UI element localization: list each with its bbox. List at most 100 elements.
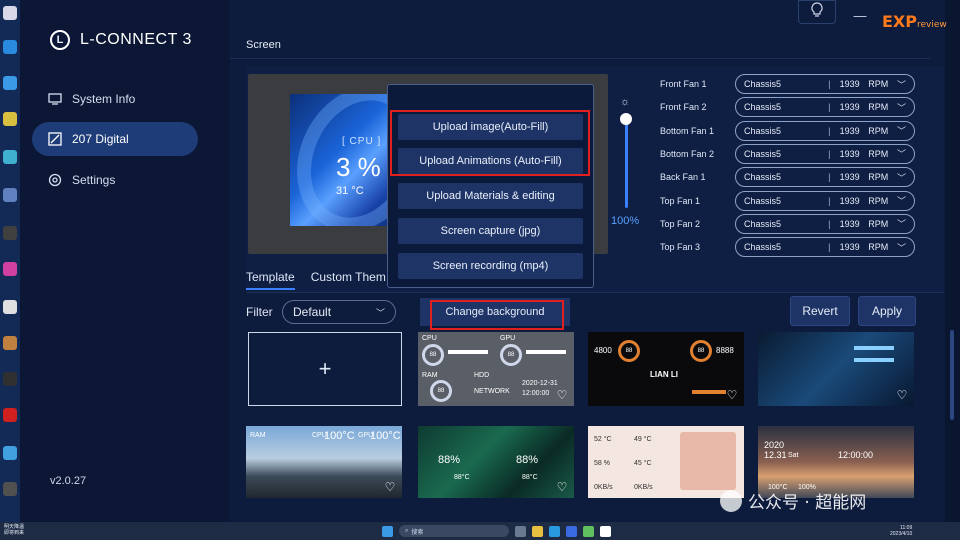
fan-rpm-unit: RPM [868, 125, 889, 136]
desktop-app-icon[interactable] [3, 76, 17, 90]
revert-button[interactable]: Revert [790, 296, 850, 326]
apply-button[interactable]: Apply [858, 296, 916, 326]
fan-row: Top Fan 3 Chassis5 | 1939 RPM ﹀ [660, 237, 915, 258]
search-icon: ⌕ [405, 527, 409, 534]
favorite-heart-icon[interactable]: ♡ [894, 388, 910, 402]
chevron-down-icon: ﹀ [896, 126, 906, 137]
template-tile[interactable]: ♡ [758, 332, 914, 406]
edge-icon[interactable] [549, 525, 560, 537]
fan-rpm-unit: RPM [868, 148, 889, 159]
lighting-toggle-button[interactable] [798, 0, 836, 24]
desktop-app-icon[interactable] [3, 300, 17, 314]
desktop-app-icon[interactable] [3, 150, 17, 164]
brightness-icon: ☼ [620, 96, 631, 108]
desktop-app-icon[interactable] [3, 372, 17, 386]
fan-rpm: 1939 [839, 195, 860, 206]
minimize-button[interactable]: — [850, 4, 870, 26]
fan-mode-dropdown[interactable]: Chassis5 | 1939 RPM ﹀ [735, 213, 915, 234]
sidebar-item-label: 207 Digital [72, 132, 129, 146]
monitor-icon [48, 92, 62, 106]
filter-value: Default [293, 305, 332, 319]
fan-mode-dropdown[interactable]: Chassis5 | 1939 RPM ﹀ [735, 120, 915, 141]
brightness-value: 100% [611, 215, 640, 227]
sidebar-item-system-info[interactable]: System Info [32, 82, 198, 116]
desktop-app-icon[interactable] [3, 112, 17, 126]
fan-rpm-unit: RPM [868, 79, 889, 89]
windows-start-icon[interactable] [382, 525, 393, 537]
desktop-app-icon[interactable] [3, 262, 17, 276]
desktop-app-icon[interactable] [3, 226, 17, 240]
fan-rpm-unit: RPM [868, 242, 889, 253]
desktop-app-icon[interactable] [3, 446, 17, 460]
fan-name: Back Fan 1 [660, 172, 706, 183]
app-logo: L L-CONNECT 3 [50, 30, 192, 50]
filter-dropdown[interactable]: Default ﹀ [282, 300, 396, 324]
fan-rpm: 1939 [839, 102, 860, 113]
chevron-down-icon: ﹀ [896, 79, 906, 90]
taskbar-clock[interactable]: 11:09 2023/4/10 [890, 525, 912, 537]
desktop-app-icon[interactable] [3, 336, 17, 350]
fan-rpm: 1939 [839, 148, 860, 159]
fan-mode-dropdown[interactable]: Chassis5 | 1939 RPM ﹀ [735, 167, 915, 188]
preview-cpu-value: 3 % [336, 152, 381, 182]
sidebar-item-settings[interactable]: Settings [32, 163, 198, 197]
template-tabs: Template Custom Them [246, 270, 386, 290]
template-tile[interactable]: CPU 88 GPU 88 RAM 88 HDD NETWORK 2020-12… [418, 332, 574, 406]
fan-rpm: 1939 [839, 172, 860, 183]
taskbar-search[interactable]: ⌕ 搜索 [399, 525, 509, 537]
screen-recording-button[interactable]: Screen recording (mp4) [398, 253, 583, 279]
app-icon[interactable] [583, 525, 594, 537]
desktop-app-icon[interactable] [3, 188, 17, 202]
sidebar-item-label: System Info [72, 92, 136, 106]
fan-rpm-unit: RPM [868, 102, 889, 113]
store-icon[interactable] [566, 525, 577, 537]
fan-mode: Chassis5 [744, 195, 782, 206]
taskbar-weather[interactable]: 明天降温 即将到来 [4, 524, 24, 536]
template-tile[interactable]: 88% 88% 88°C 88°C ♡ [418, 426, 574, 498]
template-tile[interactable]: RAM CPU 100°C GPU 100°C ♡ [246, 426, 402, 498]
fan-mode-dropdown[interactable]: Chassis5 | 1939 RPM ﹀ [735, 97, 915, 118]
desktop-app-icon[interactable] [3, 408, 17, 422]
desktop-app-icon[interactable] [3, 482, 17, 496]
template-tile[interactable]: 4800 88 LIAN LI 88 8888 ♡ [588, 332, 744, 406]
template-scrollbar[interactable] [950, 330, 954, 420]
app-window: L L-CONNECT 3 System Info 207 Digital Se… [20, 0, 954, 522]
brightness-slider[interactable] [625, 116, 628, 208]
file-explorer-icon[interactable] [532, 525, 543, 537]
fan-row: Bottom Fan 2 Chassis5 | 1939 RPM ﹀ [660, 143, 915, 164]
fan-rpm: 1939 [839, 218, 860, 229]
tab-template[interactable]: Template [246, 270, 295, 290]
favorite-heart-icon[interactable]: ♡ [724, 388, 740, 402]
screen-section-title: Screen [246, 39, 281, 51]
sidebar-item-207-digital[interactable]: 207 Digital [32, 122, 198, 156]
desktop-icon-strip [0, 0, 20, 522]
fan-mode-dropdown[interactable]: Chassis5 | 1939 RPM ﹀ [735, 143, 915, 164]
upload-materials-button[interactable]: Upload Materials & editing [398, 183, 583, 209]
case-render-image [680, 432, 736, 490]
favorite-heart-icon[interactable]: ♡ [554, 480, 570, 494]
app-icon[interactable] [600, 525, 611, 537]
fan-mode: Chassis5 [744, 218, 782, 229]
chevron-down-icon: ﹀ [896, 196, 906, 206]
add-template-tile[interactable]: + [248, 332, 402, 406]
desktop-app-icon[interactable] [3, 6, 17, 20]
favorite-heart-icon[interactable]: ♡ [554, 388, 570, 402]
filter-label: Filter [246, 305, 273, 319]
fan-mode-dropdown[interactable]: Chassis5 | 1939 RPM ﹀ [735, 237, 915, 258]
fan-mode: Chassis5 [744, 242, 782, 253]
highlight-box [430, 300, 564, 330]
fan-mode-dropdown[interactable]: Chassis5 | 1939 RPM ﹀ [735, 190, 915, 211]
task-view-icon[interactable] [515, 525, 526, 537]
chevron-down-icon: ﹀ [896, 149, 906, 160]
tab-custom-theme[interactable]: Custom Them [311, 270, 386, 290]
chevron-down-icon: ﹀ [896, 172, 906, 183]
highlight-box [390, 110, 590, 176]
desktop-app-icon[interactable] [3, 40, 17, 54]
fan-name: Top Fan 3 [660, 242, 701, 253]
brightness-slider-handle[interactable] [620, 113, 632, 125]
favorite-heart-icon[interactable]: ♡ [382, 480, 398, 494]
screen-capture-button[interactable]: Screen capture (jpg) [398, 218, 583, 244]
fan-name: Top Fan 2 [660, 218, 701, 229]
preview-cpu-temp: 31 °C [336, 185, 364, 197]
fan-mode-dropdown[interactable]: Chassis5 | 1939 RPM ﹀ [735, 74, 915, 94]
